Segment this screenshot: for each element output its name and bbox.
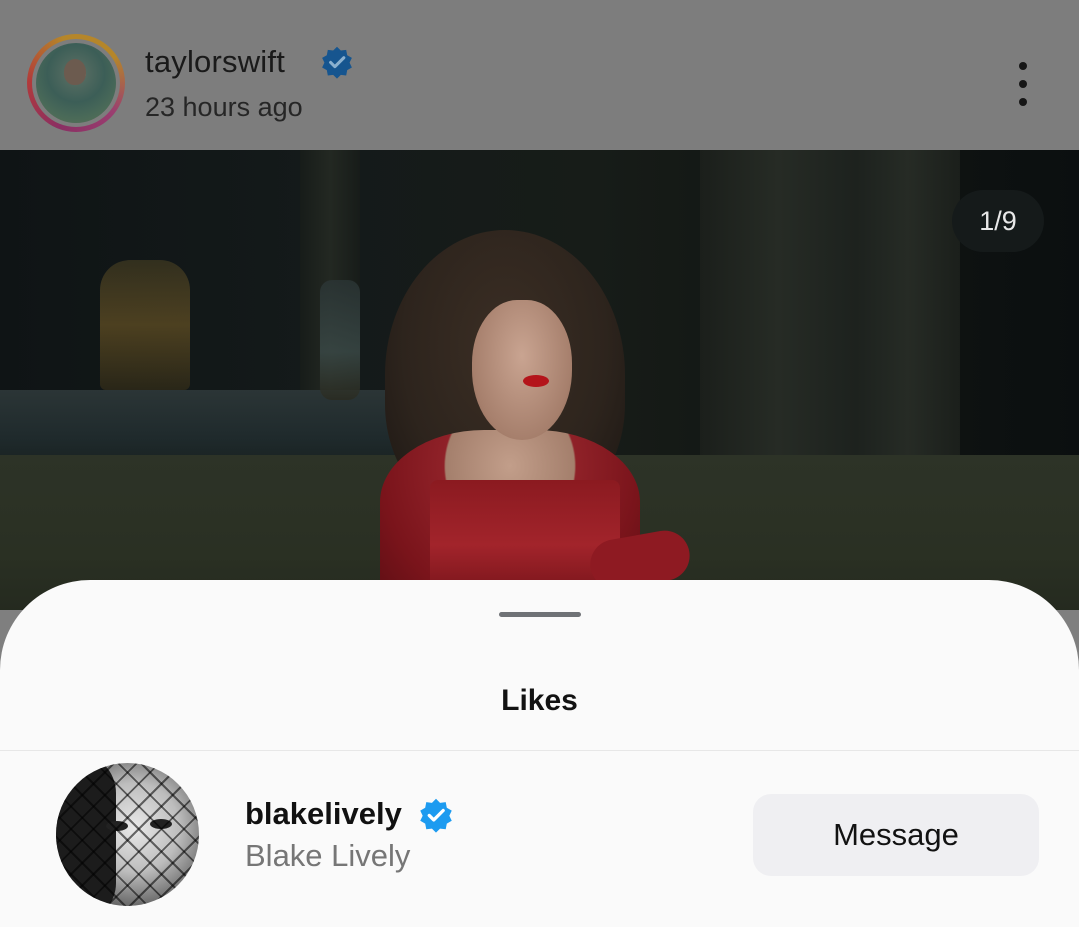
photo-counter-badge: 1/9 — [952, 190, 1044, 252]
avatar-veil — [56, 763, 199, 906]
figure-lips — [523, 375, 549, 387]
dot — [1019, 98, 1027, 106]
figure-face — [472, 300, 572, 440]
sheet-drag-handle[interactable] — [499, 612, 581, 617]
avatar-gap — [32, 39, 120, 127]
liker-full-name: Blake Lively — [245, 838, 411, 873]
avatar[interactable] — [56, 763, 199, 906]
story-ring-avatar[interactable] — [27, 34, 125, 132]
post-timestamp: 23 hours ago — [145, 92, 303, 122]
candelabra — [320, 280, 360, 400]
dot — [1019, 80, 1027, 88]
verified-badge-icon — [322, 46, 352, 79]
avatar — [36, 43, 116, 123]
likes-bottom-sheet: Likes blakelively Blake Lively Message — [0, 580, 1079, 927]
liker-username[interactable]: blakelively — [245, 796, 402, 832]
post-username[interactable]: taylorswift — [145, 44, 285, 80]
list-item[interactable]: blakelively Blake Lively Message — [0, 751, 1079, 927]
sheet-title: Likes — [501, 684, 578, 717]
dot — [1019, 62, 1027, 70]
post-photo[interactable] — [0, 150, 1079, 610]
mantel-clock — [100, 260, 190, 390]
message-button[interactable]: Message — [753, 794, 1039, 876]
more-vertical-icon[interactable] — [1010, 62, 1036, 106]
post-header: taylorswift 23 hours ago — [0, 0, 1079, 150]
verified-badge-icon — [420, 798, 452, 833]
